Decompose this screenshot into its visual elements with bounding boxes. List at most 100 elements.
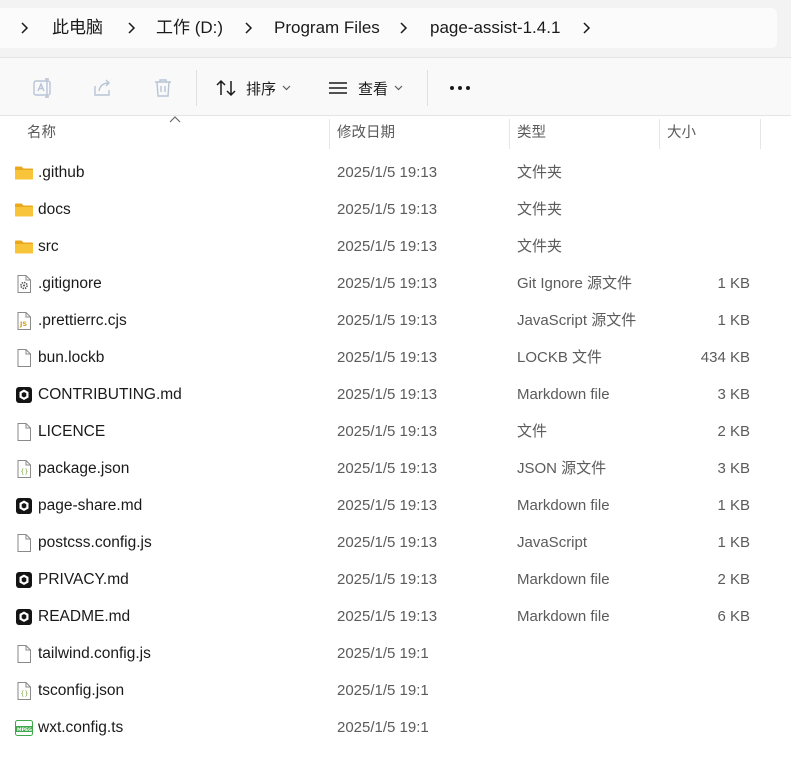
- file-row[interactable]: .github 2025/1/5 19:13 文件夹: [0, 154, 791, 191]
- file-name: .gitignore: [38, 275, 102, 292]
- file-size: 3 KB: [717, 460, 750, 477]
- file-row[interactable]: .gitignore 2025/1/5 19:13 Git Ignore 源文件 1 …: [0, 265, 791, 302]
- file-type: 文件夹: [517, 164, 563, 181]
- file-type: JSON 源文件: [517, 460, 607, 477]
- file-modified: 2025/1/5 19:13: [337, 386, 438, 403]
- blur-overlay: [430, 630, 560, 757]
- folder-icon: [14, 237, 34, 257]
- file-row[interactable]: MPEG wxt.config.ts 2025/1/5 19:1: [0, 709, 791, 746]
- breadcrumb[interactable]: 此电脑 工作 (D:) Program Files page-assist-1.…: [0, 8, 777, 48]
- breadcrumb-item-page-assist[interactable]: page-assist-1.4.1: [430, 8, 560, 48]
- file-size: 2 KB: [717, 423, 750, 440]
- column-divider[interactable]: [760, 119, 761, 149]
- breadcrumb-item-drive-d[interactable]: 工作 (D:): [156, 8, 223, 48]
- file-name: page-share.md: [38, 497, 143, 514]
- chevron-right-icon[interactable]: [124, 8, 138, 48]
- svg-text:JS: JS: [19, 320, 27, 328]
- sort-button[interactable]: 排序: [215, 74, 291, 102]
- file-row[interactable]: page-share.md 2025/1/5 19:13 Markdown file…: [0, 487, 791, 524]
- file-type: 文件夹: [517, 201, 563, 218]
- markdown-app-icon: [14, 496, 34, 516]
- view-list-icon: [329, 82, 347, 94]
- file-size: 434 KB: [700, 349, 750, 366]
- file-row[interactable]: {} tsconfig.json 2025/1/5 19:1: [0, 672, 791, 709]
- trash-icon: [155, 79, 171, 97]
- column-divider[interactable]: [329, 119, 330, 149]
- share-icon: [94, 79, 110, 96]
- file-name: wxt.config.ts: [38, 719, 124, 736]
- chevron-right-icon[interactable]: [17, 8, 31, 48]
- file-modified: 2025/1/5 19:1: [337, 682, 429, 699]
- folder-icon: [14, 200, 34, 220]
- file-row[interactable]: LICENCE 2025/1/5 19:13 文件 2 KB: [0, 413, 791, 450]
- folder-icon: [14, 163, 34, 183]
- rename-button[interactable]: [31, 74, 55, 102]
- rename-icon: [33, 78, 51, 98]
- file-name: PRIVACY.md: [38, 571, 129, 588]
- file-name: tailwind.config.js: [38, 645, 151, 662]
- column-header-name[interactable]: 名称: [27, 117, 56, 149]
- column-divider[interactable]: [659, 119, 660, 149]
- file-row[interactable]: docs 2025/1/5 19:13 文件夹: [0, 191, 791, 228]
- breadcrumb-item-this-pc[interactable]: 此电脑: [52, 8, 103, 48]
- file-size: 1 KB: [717, 275, 750, 292]
- file-size: 3 KB: [717, 386, 750, 403]
- address-bar-region: 此电脑 工作 (D:) Program Files page-assist-1.…: [0, 0, 791, 58]
- file-modified: 2025/1/5 19:13: [337, 608, 438, 625]
- file-row[interactable]: src 2025/1/5 19:13 文件夹: [0, 228, 791, 265]
- file-type: Git Ignore 源文件: [517, 275, 633, 292]
- column-header-size[interactable]: 大小: [667, 117, 696, 149]
- markdown-app-icon: [14, 607, 34, 627]
- column-header-type[interactable]: 类型: [517, 117, 546, 149]
- file-row[interactable]: PRIVACY.md 2025/1/5 19:13 Markdown file 2 K…: [0, 561, 791, 598]
- column-divider[interactable]: [509, 119, 510, 149]
- column-header-modified[interactable]: 修改日期: [337, 117, 395, 149]
- file-modified: 2025/1/5 19:13: [337, 349, 438, 366]
- file-row[interactable]: JS .prettierrc.cjs 2025/1/5 19:13 JavaScrip…: [0, 302, 791, 339]
- share-button[interactable]: [91, 74, 115, 102]
- file-modified: 2025/1/5 19:1: [337, 645, 429, 662]
- chevron-right-icon[interactable]: [241, 8, 255, 48]
- file-type: JavaScript 源文件: [517, 312, 637, 329]
- svg-text:{}: {}: [20, 468, 28, 476]
- delete-button[interactable]: [151, 74, 175, 102]
- file-size: 6 KB: [717, 608, 750, 625]
- toolbar-divider: [427, 70, 428, 106]
- blank-file-icon: [14, 422, 34, 442]
- file-row[interactable]: bun.lockb 2025/1/5 19:13 LOCKB 文件 434 KB: [0, 339, 791, 376]
- file-row[interactable]: README.md 2025/1/5 19:13 Markdown file 6 KB: [0, 598, 791, 635]
- file-row[interactable]: CONTRIBUTING.md 2025/1/5 19:13 Markdown fi…: [0, 376, 791, 413]
- blank-file-icon: [14, 533, 34, 553]
- more-dot: [450, 86, 454, 90]
- file-modified: 2025/1/5 19:13: [337, 312, 438, 329]
- file-name: LICENCE: [38, 423, 106, 440]
- chevron-right-icon[interactable]: [396, 8, 410, 48]
- chevron-down-icon: [394, 85, 403, 91]
- file-modified: 2025/1/5 19:13: [337, 238, 438, 255]
- file-name: package.json: [38, 460, 130, 477]
- more-dot: [458, 86, 462, 90]
- view-button[interactable]: 查看: [327, 74, 403, 102]
- file-row[interactable]: {} package.json 2025/1/5 19:13 JSON 源文件 3 KB: [0, 450, 791, 487]
- more-dot: [466, 86, 470, 90]
- file-modified: 2025/1/5 19:13: [337, 534, 438, 551]
- file-size: 2 KB: [717, 571, 750, 588]
- file-type: Markdown file: [517, 386, 610, 403]
- more-options-button[interactable]: [448, 84, 472, 92]
- chevron-right-icon[interactable]: [579, 8, 593, 48]
- file-modified: 2025/1/5 19:13: [337, 497, 438, 514]
- file-row[interactable]: tailwind.config.js 2025/1/5 19:1: [0, 635, 791, 672]
- chevron-down-icon: [282, 85, 291, 91]
- svg-text:{}: {}: [20, 690, 28, 698]
- file-modified: 2025/1/5 19:13: [337, 275, 438, 292]
- file-size: 1 KB: [717, 312, 750, 329]
- file-name: .github: [38, 164, 85, 181]
- sort-label: 排序: [246, 80, 277, 98]
- file-modified: 2025/1/5 19:13: [337, 201, 438, 218]
- file-name: .prettierrc.cjs: [38, 312, 127, 329]
- sort-icon: [216, 79, 236, 97]
- file-row[interactable]: postcss.config.js 2025/1/5 19:13 JavaScrip…: [0, 524, 791, 561]
- breadcrumb-item-program-files[interactable]: Program Files: [274, 8, 380, 48]
- file-modified: 2025/1/5 19:13: [337, 460, 438, 477]
- file-name: CONTRIBUTING.md: [38, 386, 182, 403]
